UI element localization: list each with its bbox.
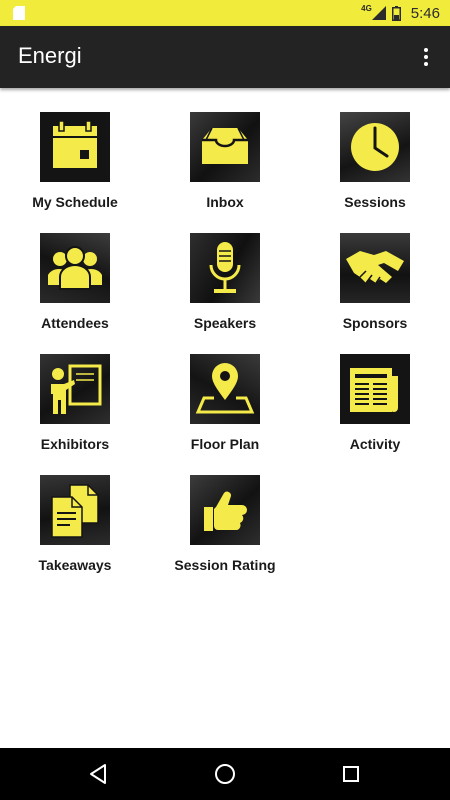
clock-time: 5:46 <box>410 4 440 22</box>
tile-label: Speakers <box>193 315 257 331</box>
tile-label: My Schedule <box>32 194 118 210</box>
tile-takeaways[interactable]: Takeaways <box>0 475 150 575</box>
tile-label: Sessions <box>344 194 406 210</box>
clock-icon <box>351 123 399 171</box>
inbox-tray-icon <box>202 127 248 164</box>
tile-attendees[interactable]: Attendees <box>0 233 150 333</box>
documents-icon <box>51 484 99 538</box>
home-icon[interactable] <box>210 759 240 789</box>
newspaper-icon <box>350 368 398 412</box>
tile-label: Floor Plan <box>190 436 260 452</box>
presenter-board-icon <box>51 364 102 414</box>
tile-floor-plan[interactable]: Floor Plan <box>150 354 300 454</box>
handshake-icon <box>346 251 404 284</box>
tile-sponsors[interactable]: Sponsors <box>300 233 450 333</box>
map-pin-icon <box>195 363 255 414</box>
status-bar: 4G 5:46 <box>0 0 450 26</box>
tile-label: Sponsors <box>342 315 408 331</box>
overflow-menu-icon[interactable] <box>414 45 438 69</box>
tile-sessions[interactable]: Sessions <box>300 112 450 212</box>
tile-label: Session Rating <box>174 557 276 573</box>
recents-icon[interactable] <box>336 759 366 789</box>
sd-card-icon <box>13 6 25 20</box>
tile-activity[interactable]: Activity <box>300 354 450 454</box>
network-type: 4G <box>361 3 372 13</box>
thumbs-up-icon <box>204 491 247 531</box>
calendar-icon <box>53 120 97 168</box>
battery-icon <box>391 5 401 21</box>
tile-label: Activity <box>349 436 401 452</box>
people-group-icon <box>48 246 102 290</box>
signal-icon <box>371 6 386 20</box>
app-bar: Energi <box>0 26 450 88</box>
tile-my-schedule[interactable]: My Schedule <box>0 112 150 212</box>
tile-session-rating[interactable]: Session Rating <box>150 475 300 575</box>
tile-speakers[interactable]: Speakers <box>150 233 300 333</box>
tile-inbox[interactable]: Inbox <box>150 112 300 212</box>
tile-label: Inbox <box>206 194 244 210</box>
tile-label: Exhibitors <box>40 436 110 452</box>
back-icon[interactable] <box>83 759 113 789</box>
tile-exhibitors[interactable]: Exhibitors <box>0 354 150 454</box>
tile-label: Takeaways <box>38 557 112 573</box>
app-title: Energi <box>18 43 82 68</box>
microphone-icon <box>209 242 241 293</box>
tile-label: Attendees <box>41 315 109 331</box>
system-nav-bar <box>0 748 450 800</box>
